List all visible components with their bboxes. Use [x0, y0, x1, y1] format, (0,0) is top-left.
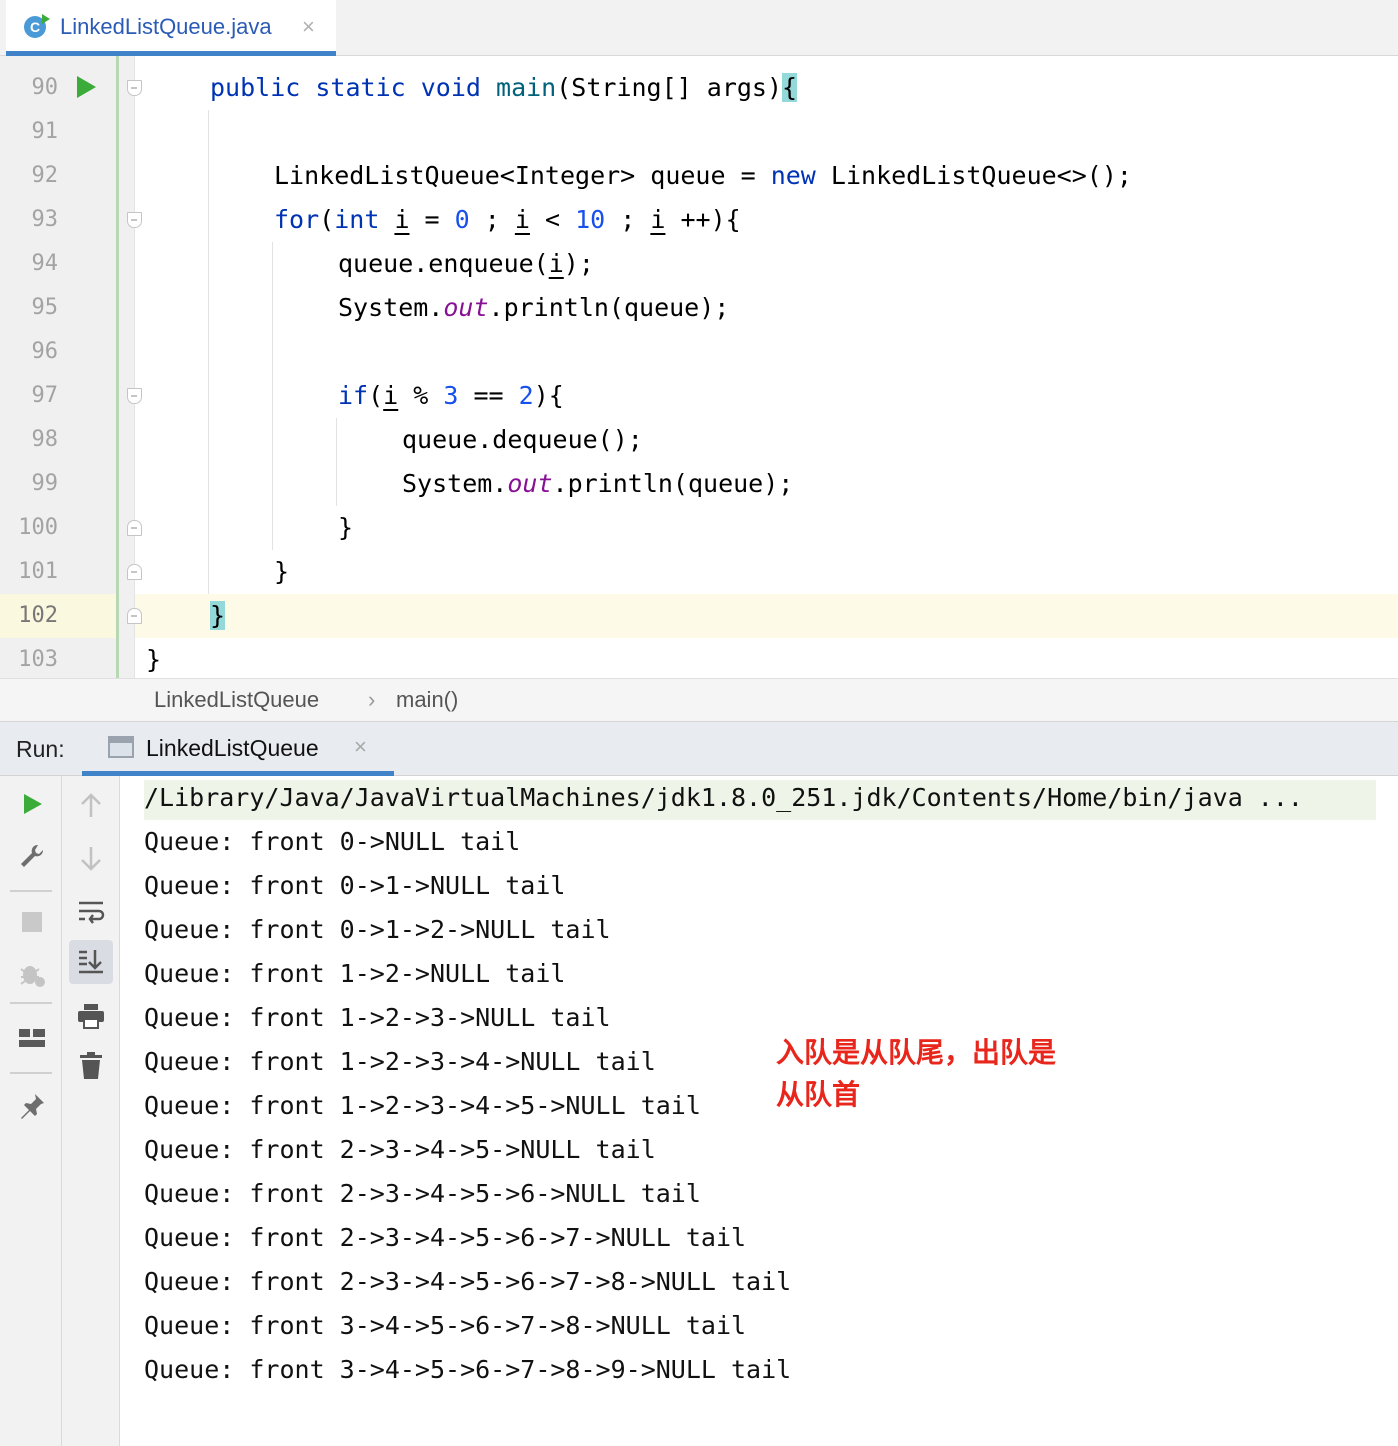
- wrench-icon[interactable]: [10, 834, 54, 878]
- code-line-103[interactable]: }: [146, 638, 161, 682]
- stop-icon[interactable]: [10, 900, 54, 944]
- indent-guide: [336, 418, 337, 506]
- run-tab-title[interactable]: LinkedListQueue: [146, 735, 319, 762]
- line-number: 103: [18, 647, 58, 672]
- breadcrumb-method[interactable]: main(): [396, 687, 458, 713]
- console-line: Queue: front 2->3->4->5->NULL tail: [144, 1135, 656, 1164]
- print-icon[interactable]: [69, 994, 113, 1038]
- matched-brace: {: [782, 73, 798, 102]
- console-line: Queue: front 2->3->4->5->6->NULL tail: [144, 1179, 701, 1208]
- run-toolbar-secondary: [62, 776, 120, 1446]
- fold-icon[interactable]: [127, 80, 142, 96]
- console-line: Queue: front 0->1->2->NULL tail: [144, 915, 611, 944]
- run-panel-header: Run: LinkedListQueue ×: [0, 722, 1398, 776]
- indent-guide: [272, 242, 273, 550]
- fold-icon[interactable]: [127, 520, 142, 536]
- layout-icon[interactable]: [10, 1016, 54, 1060]
- pin-icon[interactable]: [10, 1084, 54, 1128]
- gutter-divider: [134, 56, 135, 678]
- run-main-icon[interactable]: [77, 76, 96, 98]
- console-line: Queue: front 2->3->4->5->6->7->8->NULL t…: [144, 1267, 792, 1296]
- code-line-90[interactable]: public static void main(String[] args){: [210, 66, 798, 110]
- editor-tab-bar: C LinkedListQueue.java ×: [0, 0, 1398, 56]
- line-number: 99: [31, 471, 59, 496]
- chevron-right-icon: ›: [368, 687, 376, 712]
- code-line-92[interactable]: LinkedListQueue<Integer> queue = new Lin…: [274, 154, 1132, 198]
- toolbar-separator: [10, 1072, 52, 1074]
- console-line: Queue: front 1->2->NULL tail: [144, 959, 566, 988]
- line-number: 91: [31, 119, 59, 144]
- breadcrumb: LinkedListQueue › main(): [0, 678, 1398, 722]
- console-line: Queue: front 0->NULL tail: [144, 827, 521, 856]
- svg-text:C: C: [30, 19, 40, 35]
- code-line-99[interactable]: System.out.println(queue);: [402, 462, 793, 506]
- line-number: 100: [18, 515, 58, 540]
- code-editor[interactable]: 90 91 92 93 94 95 96 97 98 99 100 101 10…: [0, 56, 1398, 678]
- console-icon: [108, 736, 134, 758]
- vcs-change-marker: [116, 56, 134, 678]
- run-toolbar-primary: [0, 776, 62, 1446]
- line-number: 94: [31, 251, 59, 276]
- console-line: Queue: front 1->2->3->NULL tail: [144, 1003, 611, 1032]
- code-line-95[interactable]: System.out.println(queue);: [338, 286, 729, 330]
- scroll-to-end-icon[interactable]: [69, 940, 113, 984]
- matched-brace: }: [210, 601, 226, 630]
- breadcrumb-class[interactable]: LinkedListQueue: [154, 687, 319, 713]
- red-annotation-note: 入队是从队尾，出队是 从队首: [776, 1032, 1076, 1116]
- console-line: Queue: front 1->2->3->4->NULL tail: [144, 1047, 656, 1076]
- down-arrow-icon[interactable]: [69, 836, 113, 880]
- line-number: 93: [31, 207, 59, 232]
- run-icon[interactable]: [10, 782, 54, 826]
- line-number: 101: [18, 559, 58, 584]
- toolbar-separator: [10, 890, 52, 892]
- code-line-101[interactable]: }: [274, 550, 289, 594]
- line-number: 90: [31, 75, 59, 100]
- code-line-98[interactable]: queue.dequeue();: [402, 418, 643, 462]
- line-number: 95: [31, 295, 59, 320]
- fold-icon[interactable]: [127, 212, 142, 228]
- line-number: 97: [31, 383, 59, 408]
- code-line-97[interactable]: if(i % 3 == 2){: [338, 374, 564, 418]
- editor-tab-title[interactable]: LinkedListQueue.java: [60, 14, 272, 40]
- code-line-102[interactable]: }: [210, 594, 226, 638]
- console-line: Queue: front 2->3->4->5->6->7->NULL tail: [144, 1223, 747, 1252]
- soft-wrap-icon[interactable]: [69, 890, 113, 934]
- line-number: 98: [31, 427, 59, 452]
- line-number: 96: [31, 339, 59, 364]
- fold-icon[interactable]: [127, 608, 142, 624]
- line-number-current: 102: [18, 603, 58, 628]
- editor-tab[interactable]: C LinkedListQueue.java ×: [6, 0, 336, 56]
- run-label: Run:: [16, 736, 65, 762]
- toolbar-separator: [10, 1002, 52, 1004]
- line-number: 92: [31, 163, 59, 188]
- code-line-93[interactable]: for(int i = 0 ; i < 10 ; i ++){: [274, 198, 741, 242]
- console-line: Queue: front 1->2->3->4->5->NULL tail: [144, 1091, 701, 1120]
- fold-icon[interactable]: [127, 388, 142, 404]
- annotation-line-2: 从队首: [776, 1079, 861, 1110]
- trash-icon[interactable]: [69, 1044, 113, 1088]
- code-line-100[interactable]: }: [338, 506, 353, 550]
- console-line: Queue: front 0->1->NULL tail: [144, 871, 566, 900]
- annotation-line-1: 入队是从队尾，出队是: [776, 1037, 1057, 1068]
- close-icon[interactable]: ×: [302, 14, 315, 40]
- console-line: Queue: front 3->4->5->6->7->8->NULL tail: [144, 1311, 747, 1340]
- code-line-94[interactable]: queue.enqueue(i);: [338, 242, 594, 286]
- indent-guide: [208, 110, 209, 594]
- debug-icon[interactable]: [10, 952, 54, 996]
- java-class-icon: C: [24, 14, 50, 38]
- fold-icon[interactable]: [127, 564, 142, 580]
- console-line: Queue: front 3->4->5->6->7->8->9->NULL t…: [144, 1355, 792, 1384]
- console-command: /Library/Java/JavaVirtualMachines/jdk1.8…: [144, 783, 1303, 812]
- close-icon[interactable]: ×: [354, 734, 367, 760]
- up-arrow-icon[interactable]: [69, 784, 113, 828]
- console-output[interactable]: /Library/Java/JavaVirtualMachines/jdk1.8…: [120, 776, 1398, 1446]
- run-config-tab[interactable]: LinkedListQueue ×: [82, 722, 394, 776]
